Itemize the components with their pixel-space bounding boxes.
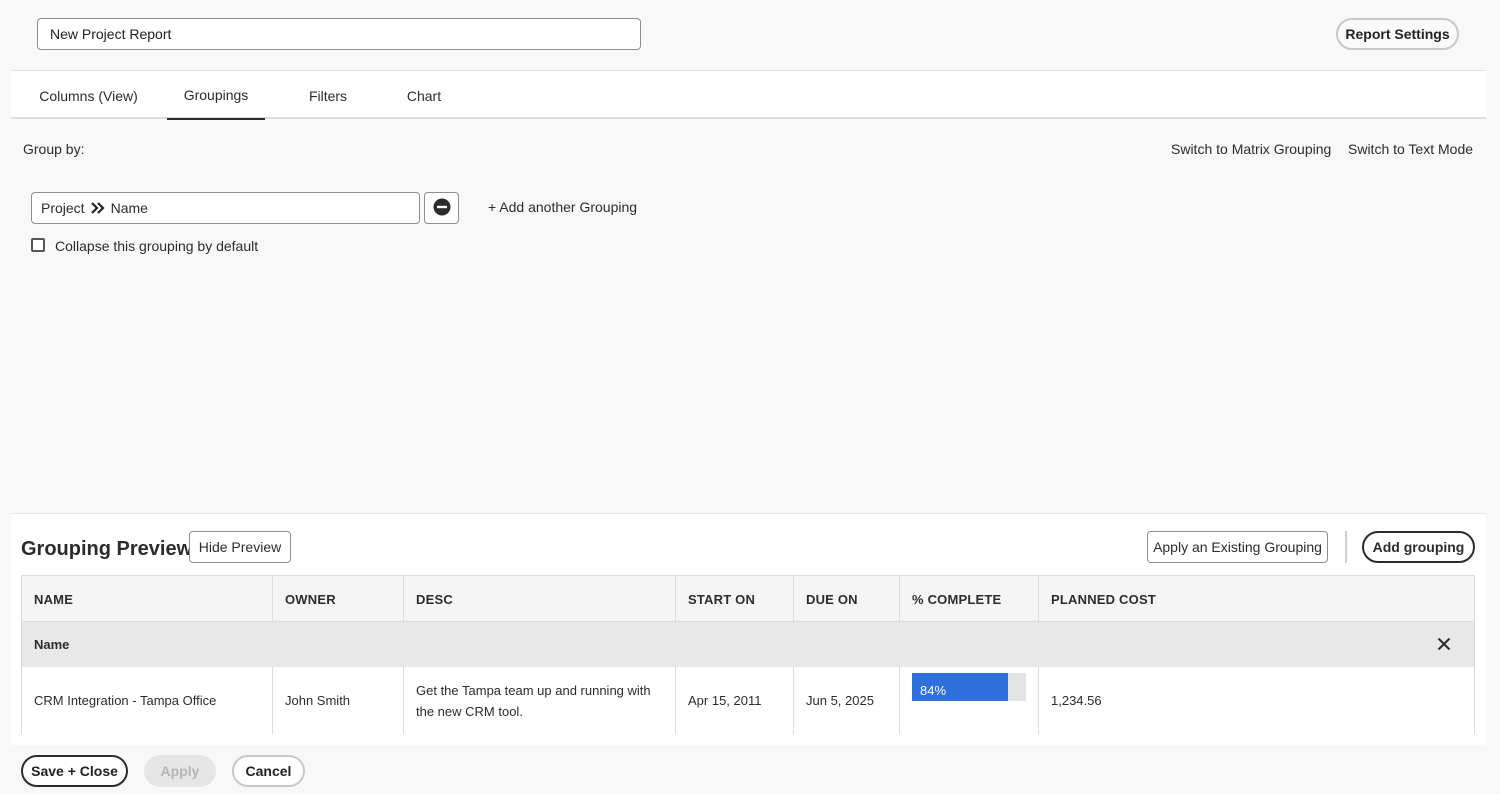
top-bar: Report Settings — [0, 0, 1500, 70]
switch-to-text-mode-link[interactable]: Switch to Text Mode — [1348, 141, 1473, 157]
footer-bar: Save + Close Apply Cancel — [0, 745, 1500, 794]
tab-columns-view[interactable]: Columns (View) — [11, 71, 166, 120]
tab-chart[interactable]: Chart — [393, 71, 455, 120]
apply-existing-grouping-button[interactable]: Apply an Existing Grouping — [1147, 531, 1328, 563]
table-header: NAME OWNER DESC START ON DUE ON % COMPLE… — [22, 576, 1474, 622]
progress-bar-label: 84% — [920, 683, 947, 698]
grouping-preview-title: Grouping Preview — [21, 538, 193, 560]
column-header-percent-complete[interactable]: % COMPLETE — [900, 576, 1039, 622]
grouping-field-name: Name — [110, 200, 148, 216]
cell-percent-complete: 84% — [900, 667, 1039, 734]
column-header-name[interactable]: NAME — [22, 576, 273, 622]
grouping-field-selector[interactable]: Project Name — [31, 192, 420, 224]
save-close-button[interactable]: Save + Close — [21, 755, 128, 787]
apply-button[interactable]: Apply — [144, 755, 216, 787]
report-title-input[interactable] — [37, 18, 641, 50]
group-header-row[interactable]: Name — [22, 622, 1474, 667]
column-header-due-on[interactable]: DUE ON — [794, 576, 900, 622]
tab-filters[interactable]: Filters — [294, 71, 362, 120]
cell-name[interactable]: CRM Integration - Tampa Office — [22, 667, 273, 734]
progress-bar: 84% — [912, 673, 1026, 701]
cell-owner: John Smith — [273, 667, 404, 734]
column-header-desc[interactable]: DESC — [404, 576, 676, 622]
hide-preview-button[interactable]: Hide Preview — [189, 531, 291, 563]
add-another-grouping-link[interactable]: + Add another Grouping — [488, 199, 637, 215]
close-icon[interactable] — [1434, 634, 1454, 654]
remove-grouping-button[interactable] — [424, 192, 459, 224]
add-grouping-button[interactable]: Add grouping — [1362, 531, 1475, 563]
group-by-label: Group by: — [23, 141, 85, 157]
column-header-start-on[interactable]: START ON — [676, 576, 794, 622]
preview-table: NAME OWNER DESC START ON DUE ON % COMPLE… — [21, 575, 1475, 734]
report-settings-button[interactable]: Report Settings — [1336, 18, 1459, 50]
cell-desc: Get the Tampa team up and running with t… — [404, 667, 676, 734]
group-header-label: Name — [34, 637, 70, 652]
column-header-planned-cost[interactable]: PLANNED COST — [1039, 576, 1474, 622]
minus-circle-icon — [433, 198, 451, 219]
switch-to-matrix-grouping-link[interactable]: Switch to Matrix Grouping — [1171, 141, 1331, 157]
column-header-owner[interactable]: OWNER — [273, 576, 404, 622]
double-chevron-right-icon — [90, 202, 105, 214]
grouping-preview-panel: Grouping Preview Hide Preview Apply an E… — [11, 513, 1486, 745]
tab-bar: Columns (View) Groupings Filters Chart — [11, 70, 1486, 120]
table-row[interactable]: CRM Integration - Tampa Office John Smit… — [22, 667, 1474, 734]
cancel-button[interactable]: Cancel — [232, 755, 305, 787]
divider — [1345, 531, 1347, 563]
cell-planned-cost: 1,234.56 — [1051, 693, 1102, 708]
collapse-grouping-label: Collapse this grouping by default — [55, 238, 259, 254]
collapse-grouping-checkbox[interactable] — [31, 238, 45, 252]
cell-start-on: Apr 15, 2011 — [676, 667, 794, 734]
cell-due-on: Jun 5, 2025 — [794, 667, 900, 734]
tab-groupings[interactable]: Groupings — [167, 71, 265, 120]
grouping-field-object: Project — [41, 200, 85, 216]
